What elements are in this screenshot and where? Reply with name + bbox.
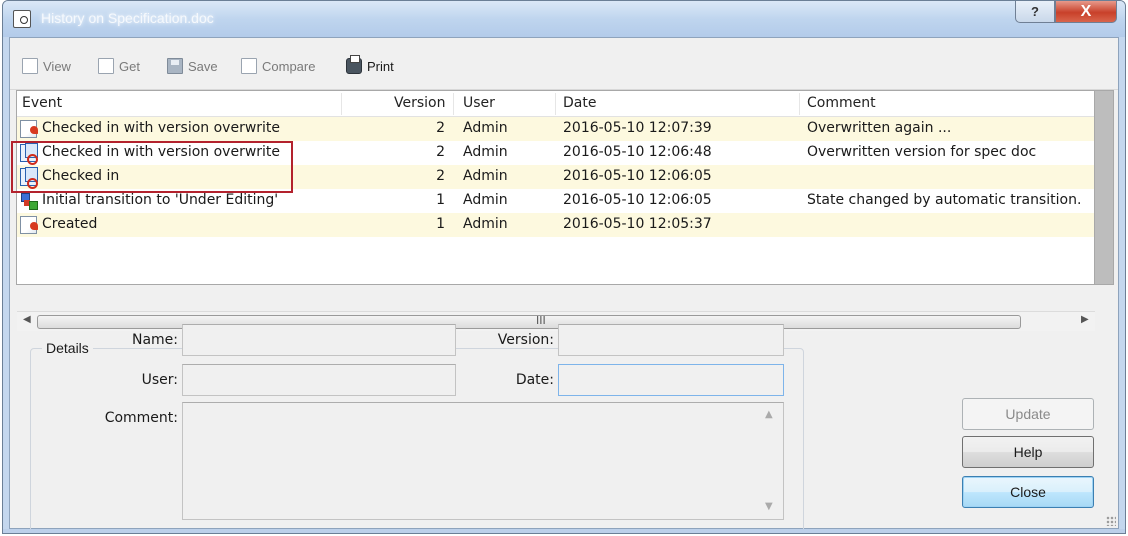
get-label: Get <box>119 58 140 74</box>
table-header: Event Version User Date Comment <box>17 91 1094 117</box>
vertical-scrollbar[interactable] <box>1094 90 1114 285</box>
view-label: View <box>43 58 71 74</box>
dialog-client-area: View Get Save Compare Print Event Versio… <box>9 37 1119 533</box>
cell-user: Admin <box>463 192 508 208</box>
date-field[interactable] <box>558 364 784 396</box>
cell-user: Admin <box>463 216 508 232</box>
update-button[interactable]: Update <box>962 398 1094 430</box>
table-row[interactable]: Created 1 Admin 2016-05-10 12:05:37 <box>17 213 1094 237</box>
document-edit-icon <box>20 216 38 234</box>
help-button[interactable]: Help <box>962 436 1094 468</box>
cell-version: 1 <box>436 216 445 232</box>
document-history-icon <box>13 10 31 28</box>
scroll-up-arrow-icon[interactable]: ▲ <box>765 409 773 420</box>
cell-date: 2016-05-10 12:07:39 <box>563 120 712 136</box>
cell-version: 2 <box>436 168 445 184</box>
cell-comment: Overwritten version for spec doc <box>807 144 1037 160</box>
column-header-date[interactable]: Date <box>563 95 596 111</box>
column-header-version[interactable]: Version <box>394 95 445 111</box>
version-label: Version: <box>497 332 554 348</box>
column-header-event[interactable]: Event <box>22 95 62 111</box>
cell-user: Admin <box>463 144 508 160</box>
column-header-user[interactable]: User <box>463 95 495 111</box>
comment-field[interactable]: ▲ ▼ <box>182 402 784 520</box>
table-row[interactable]: Initial transition to 'Under Editing' 1 … <box>17 189 1094 213</box>
horizontal-scrollbar[interactable]: ◀ III ▶ <box>17 311 1095 331</box>
title-bar[interactable]: History on Specification.doc ? X <box>3 1 1125 37</box>
cell-event: Checked in <box>42 168 120 184</box>
view-icon <box>22 58 38 74</box>
scroll-left-arrow-icon[interactable]: ◀ <box>23 314 31 325</box>
history-dialog: History on Specification.doc ? X View Ge… <box>2 0 1126 534</box>
cell-version: 1 <box>436 192 445 208</box>
table-row[interactable]: Checked in 2 Admin 2016-05-10 12:06:05 <box>17 165 1094 189</box>
checkin-icon <box>20 167 38 189</box>
get-button[interactable]: Get <box>98 56 140 76</box>
compare-label: Compare <box>262 58 316 74</box>
user-label: User: <box>141 372 178 388</box>
cell-event: Checked in with version overwrite <box>42 120 281 136</box>
compare-button[interactable]: Compare <box>241 56 315 76</box>
transition-icon <box>20 192 38 210</box>
name-field[interactable] <box>182 324 456 356</box>
view-button[interactable]: View <box>22 56 71 76</box>
checkin-icon <box>20 143 38 165</box>
printer-icon <box>346 55 362 74</box>
scroll-right-arrow-icon[interactable]: ▶ <box>1081 314 1089 325</box>
comment-label: Comment: <box>104 410 178 426</box>
title-help-button[interactable]: ? <box>1015 1 1055 23</box>
cell-version: 2 <box>436 120 445 136</box>
print-button[interactable]: Print <box>346 55 394 76</box>
table-row[interactable]: Checked in with version overwrite 2 Admi… <box>17 117 1094 141</box>
cell-user: Admin <box>463 120 508 136</box>
close-button[interactable]: Close <box>962 476 1094 508</box>
scroll-down-arrow-icon[interactable]: ▼ <box>765 501 773 512</box>
get-icon <box>98 58 114 74</box>
details-legend: Details <box>42 340 93 356</box>
user-field[interactable] <box>182 364 456 396</box>
cell-event: Initial transition to 'Under Editing' <box>42 192 279 208</box>
resize-grip-icon[interactable] <box>1106 516 1116 526</box>
table-row[interactable]: Checked in with version overwrite 2 Admi… <box>17 141 1094 165</box>
cell-date: 2016-05-10 12:06:05 <box>563 192 712 208</box>
cell-event: Created <box>42 216 98 232</box>
save-label: Save <box>188 58 218 74</box>
cell-event: Checked in with version overwrite <box>42 144 281 160</box>
cell-date: 2016-05-10 12:06:48 <box>563 144 712 160</box>
document-edit-icon <box>20 120 38 138</box>
name-label: Name: <box>131 332 178 348</box>
window-title: History on Specification.doc <box>41 10 214 26</box>
print-label: Print <box>367 58 394 74</box>
window-bottom-border <box>3 529 1125 533</box>
column-header-comment[interactable]: Comment <box>807 95 876 111</box>
title-close-button[interactable]: X <box>1055 1 1117 23</box>
cell-date: 2016-05-10 12:06:05 <box>563 168 712 184</box>
cell-date: 2016-05-10 12:05:37 <box>563 216 712 232</box>
compare-icon <box>241 58 257 74</box>
history-table[interactable]: Event Version User Date Comment Checked … <box>16 90 1095 331</box>
cell-version: 2 <box>436 144 445 160</box>
scroll-grip: III <box>536 314 546 327</box>
cell-comment: Overwritten again ... <box>807 120 952 136</box>
comment-scrollbar[interactable]: ▲ ▼ <box>759 405 781 517</box>
toolbar: View Get Save Compare Print <box>10 38 1118 90</box>
save-icon <box>167 58 183 74</box>
date-label: Date: <box>515 372 554 388</box>
cell-comment: State changed by automatic transition. <box>807 192 1082 208</box>
save-button[interactable]: Save <box>167 56 218 76</box>
cell-user: Admin <box>463 168 508 184</box>
version-field[interactable] <box>558 324 784 356</box>
